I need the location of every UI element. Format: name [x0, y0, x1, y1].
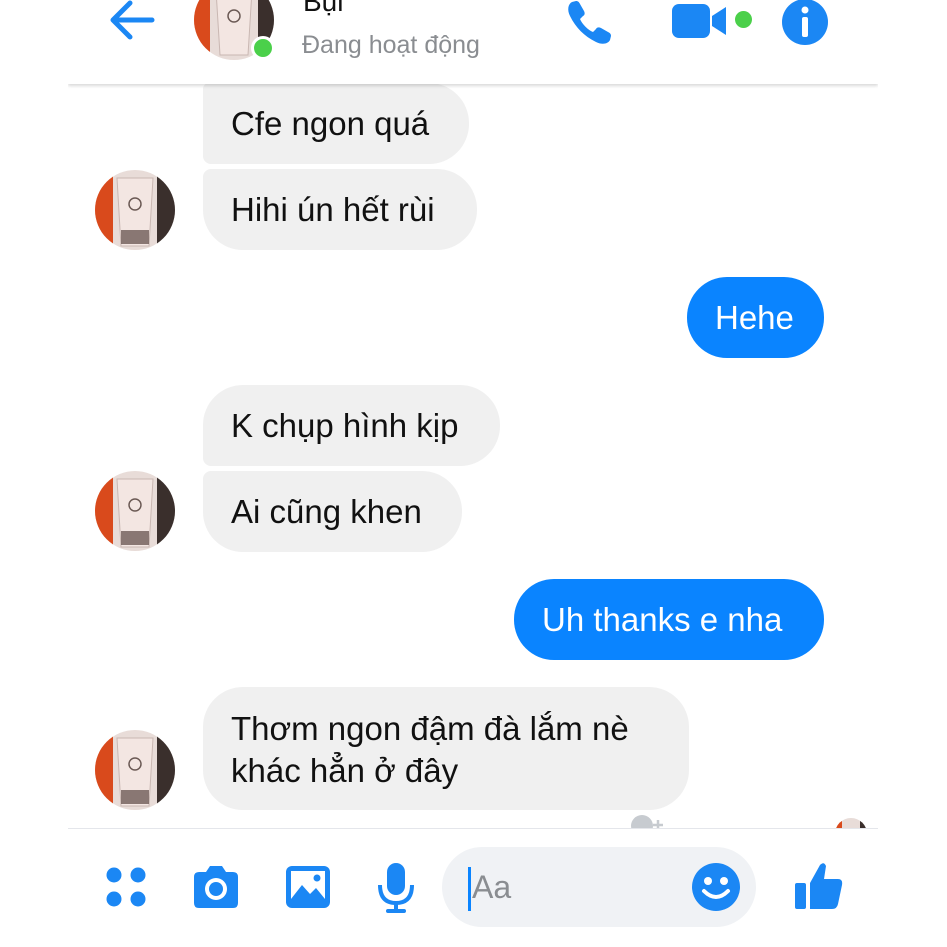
gallery-button[interactable]	[284, 863, 332, 911]
message-text: K chụp hình kịp	[231, 407, 459, 444]
info-icon	[782, 0, 828, 45]
sender-avatar[interactable]	[95, 471, 175, 551]
message-bubble-incoming[interactable]: Cfe ngon quá	[203, 83, 469, 164]
message-bubble-incoming[interactable]: Hihi ún hết rùi	[203, 169, 477, 250]
contact-name[interactable]: Bụi	[303, 0, 343, 18]
camera-icon	[194, 866, 238, 908]
message-text-line: khác hẳn ở đây	[231, 752, 459, 789]
message-composer: Aa	[68, 828, 878, 947]
message-input-placeholder: Aa	[472, 869, 512, 905]
more-actions-button[interactable]	[104, 865, 148, 909]
voice-record-button[interactable]	[376, 861, 416, 915]
message-text-line: Thơm ngon đậm đà lắm nè	[231, 710, 629, 747]
emoji-button[interactable]	[690, 861, 742, 913]
video-active-dot	[735, 11, 752, 28]
message-bubble-outgoing[interactable]: Hehe	[687, 277, 824, 358]
message-bubble-outgoing[interactable]: Uh thanks e nha	[514, 579, 824, 660]
conversation-info-button[interactable]	[781, 0, 829, 46]
message-bubble-incoming[interactable]: Ai cũng khen	[203, 471, 462, 552]
message-text: Cfe ngon quá	[231, 105, 430, 142]
back-arrow-icon	[110, 0, 155, 40]
online-indicator	[251, 36, 275, 60]
message-text: Uh thanks e nha	[542, 601, 783, 638]
phone-icon	[568, 1, 611, 44]
apps-grid-icon	[106, 867, 146, 907]
active-status: Đang hoạt động	[302, 31, 480, 59]
message-bubble-incoming[interactable]: K chụp hình kịp	[203, 385, 500, 466]
message-bubble-incoming[interactable]: Thơm ngon đậm đà lắm nè khác hẳn ở đây	[203, 687, 689, 810]
video-call-button[interactable]	[670, 0, 732, 42]
message-text: Hehe	[715, 299, 794, 336]
chat-header: Bụi Đang hoạt động	[68, 0, 878, 84]
sender-avatar[interactable]	[95, 170, 175, 250]
thumbs-up-icon	[795, 863, 843, 909]
like-button[interactable]	[792, 859, 846, 913]
image-icon	[286, 866, 330, 908]
sender-avatar[interactable]	[95, 730, 175, 810]
text-caret	[468, 867, 471, 911]
message-input[interactable]: Aa	[442, 847, 756, 927]
back-button[interactable]	[104, 0, 160, 46]
message-text: Ai cũng khen	[231, 493, 422, 530]
video-camera-icon	[672, 4, 726, 38]
emoji-icon	[692, 863, 740, 911]
voice-call-button[interactable]	[564, 0, 616, 48]
microphone-icon	[378, 863, 414, 913]
message-text: Hihi ún hết rùi	[231, 191, 435, 228]
messenger-screen: Bụi Đang hoạt động Cfe ngon quá Hihi ún …	[68, 0, 878, 947]
camera-button[interactable]	[190, 863, 242, 911]
